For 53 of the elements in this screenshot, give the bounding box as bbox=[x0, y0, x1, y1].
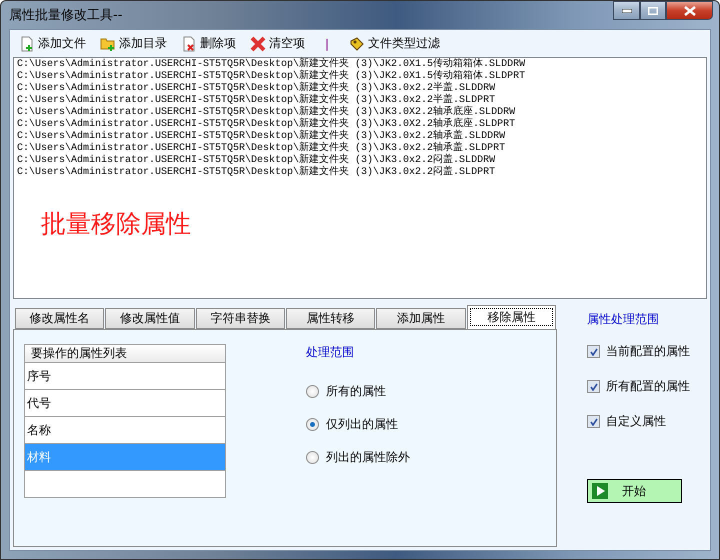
mode-title: 批量移除属性 bbox=[41, 208, 191, 240]
file-delete-icon bbox=[181, 36, 197, 52]
tab[interactable]: 添加属性 bbox=[376, 308, 466, 329]
checkbox[interactable] bbox=[587, 415, 600, 428]
toolbar-button[interactable]: 清空项 bbox=[250, 35, 305, 52]
radio-button[interactable] bbox=[306, 385, 319, 398]
minimize-icon bbox=[622, 8, 632, 12]
file-path: C:\Users\Administrator.USERCHI-ST5TQ5R\Desktop\新建文件夹 (3)\JK3.0X2.2轴承底座.SLDPRT bbox=[17, 119, 516, 130]
file-list[interactable] bbox=[13, 57, 707, 299]
tab[interactable]: 属性转移 bbox=[286, 308, 376, 329]
toolbar-separator: | bbox=[325, 36, 330, 50]
file-path: C:\Users\Administrator.USERCHI-ST5TQ5R\Desktop\新建文件夹 (3)\JK3.0x2.2半盖.SLDPRT bbox=[17, 95, 496, 106]
folder-plus-icon bbox=[100, 36, 116, 52]
checkbox-label: 自定义属性 bbox=[606, 413, 666, 430]
toolbar-button[interactable]: 添加文件 bbox=[19, 35, 86, 52]
maximize-icon bbox=[648, 6, 658, 14]
toolbar-button[interactable]: 文件类型过滤 bbox=[349, 35, 440, 52]
file-path: C:\Users\Administrator.USERCHI-ST5TQ5R\Desktop\新建文件夹 (3)\JK3.0x2.2闷盖.SLDDRW bbox=[17, 155, 496, 166]
close-icon bbox=[684, 6, 696, 16]
column-header: 要操作的属性列表 bbox=[25, 345, 225, 363]
maximize-button[interactable] bbox=[640, 1, 666, 20]
close-button[interactable] bbox=[666, 1, 713, 20]
radio-label: 列出的属性除外 bbox=[326, 449, 410, 466]
toolbar-button[interactable]: 删除项 bbox=[181, 35, 236, 52]
file-path: C:\Users\Administrator.USERCHI-ST5TQ5R\Desktop\新建文件夹 (3)\JK2.0X1.5传动箱箱体.SLDDRW bbox=[17, 59, 526, 70]
file-path: C:\Users\Administrator.USERCHI-ST5TQ5R\Desktop\新建文件夹 (3)\JK3.0x2.2轴承盖.SLDDRW bbox=[17, 131, 506, 142]
radio-button[interactable] bbox=[306, 418, 319, 431]
checkbox-label: 所有配置的属性 bbox=[606, 378, 690, 395]
radio-label: 所有的属性 bbox=[326, 383, 386, 400]
checkbox-label: 当前配置的属性 bbox=[606, 343, 690, 360]
file-path: C:\Users\Administrator.USERCHI-ST5TQ5R\Desktop\新建文件夹 (3)\JK2.0X1.5传动箱箱体.SLDPRT bbox=[17, 71, 526, 82]
checkbox[interactable] bbox=[587, 345, 600, 358]
checkbox[interactable] bbox=[587, 380, 600, 393]
radio-button[interactable] bbox=[306, 451, 319, 464]
window-title: 属性批量修改工具-- bbox=[9, 7, 122, 24]
tag-icon bbox=[349, 36, 366, 52]
tab[interactable]: 修改属性值 bbox=[105, 308, 195, 329]
radio-label: 仅列出的属性 bbox=[326, 416, 398, 433]
group-title: 处理范围 bbox=[306, 344, 355, 361]
minimize-button[interactable] bbox=[613, 1, 640, 20]
tab[interactable]: 字符串替换 bbox=[196, 308, 285, 329]
file-plus-icon bbox=[19, 36, 35, 52]
play-icon bbox=[592, 483, 608, 499]
file-path: C:\Users\Administrator.USERCHI-ST5TQ5R\Desktop\新建文件夹 (3)\JK3.0x2.2闷盖.SLDPRT bbox=[17, 167, 496, 179]
start-button[interactable]: 开始 bbox=[587, 479, 682, 503]
group-title: 属性处理范围 bbox=[587, 311, 660, 328]
file-path: C:\Users\Administrator.USERCHI-ST5TQ5R\Desktop\新建文件夹 (3)\JK3.0x2.2轴承盖.SLDPRT bbox=[17, 143, 506, 154]
close-icon bbox=[250, 36, 266, 52]
tab[interactable]: 移除属性 bbox=[466, 305, 556, 329]
toolbar-button[interactable]: 添加目录 bbox=[100, 35, 167, 52]
tab[interactable]: 修改属性名 bbox=[15, 308, 104, 329]
file-path: C:\Users\Administrator.USERCHI-ST5TQ5R\Desktop\新建文件夹 (3)\JK3.0x2.2半盖.SLDDRW bbox=[17, 83, 496, 94]
file-path: C:\Users\Administrator.USERCHI-ST5TQ5R\Desktop\新建文件夹 (3)\JK3.0X2.2轴承底座.SLDDRW bbox=[17, 107, 516, 118]
